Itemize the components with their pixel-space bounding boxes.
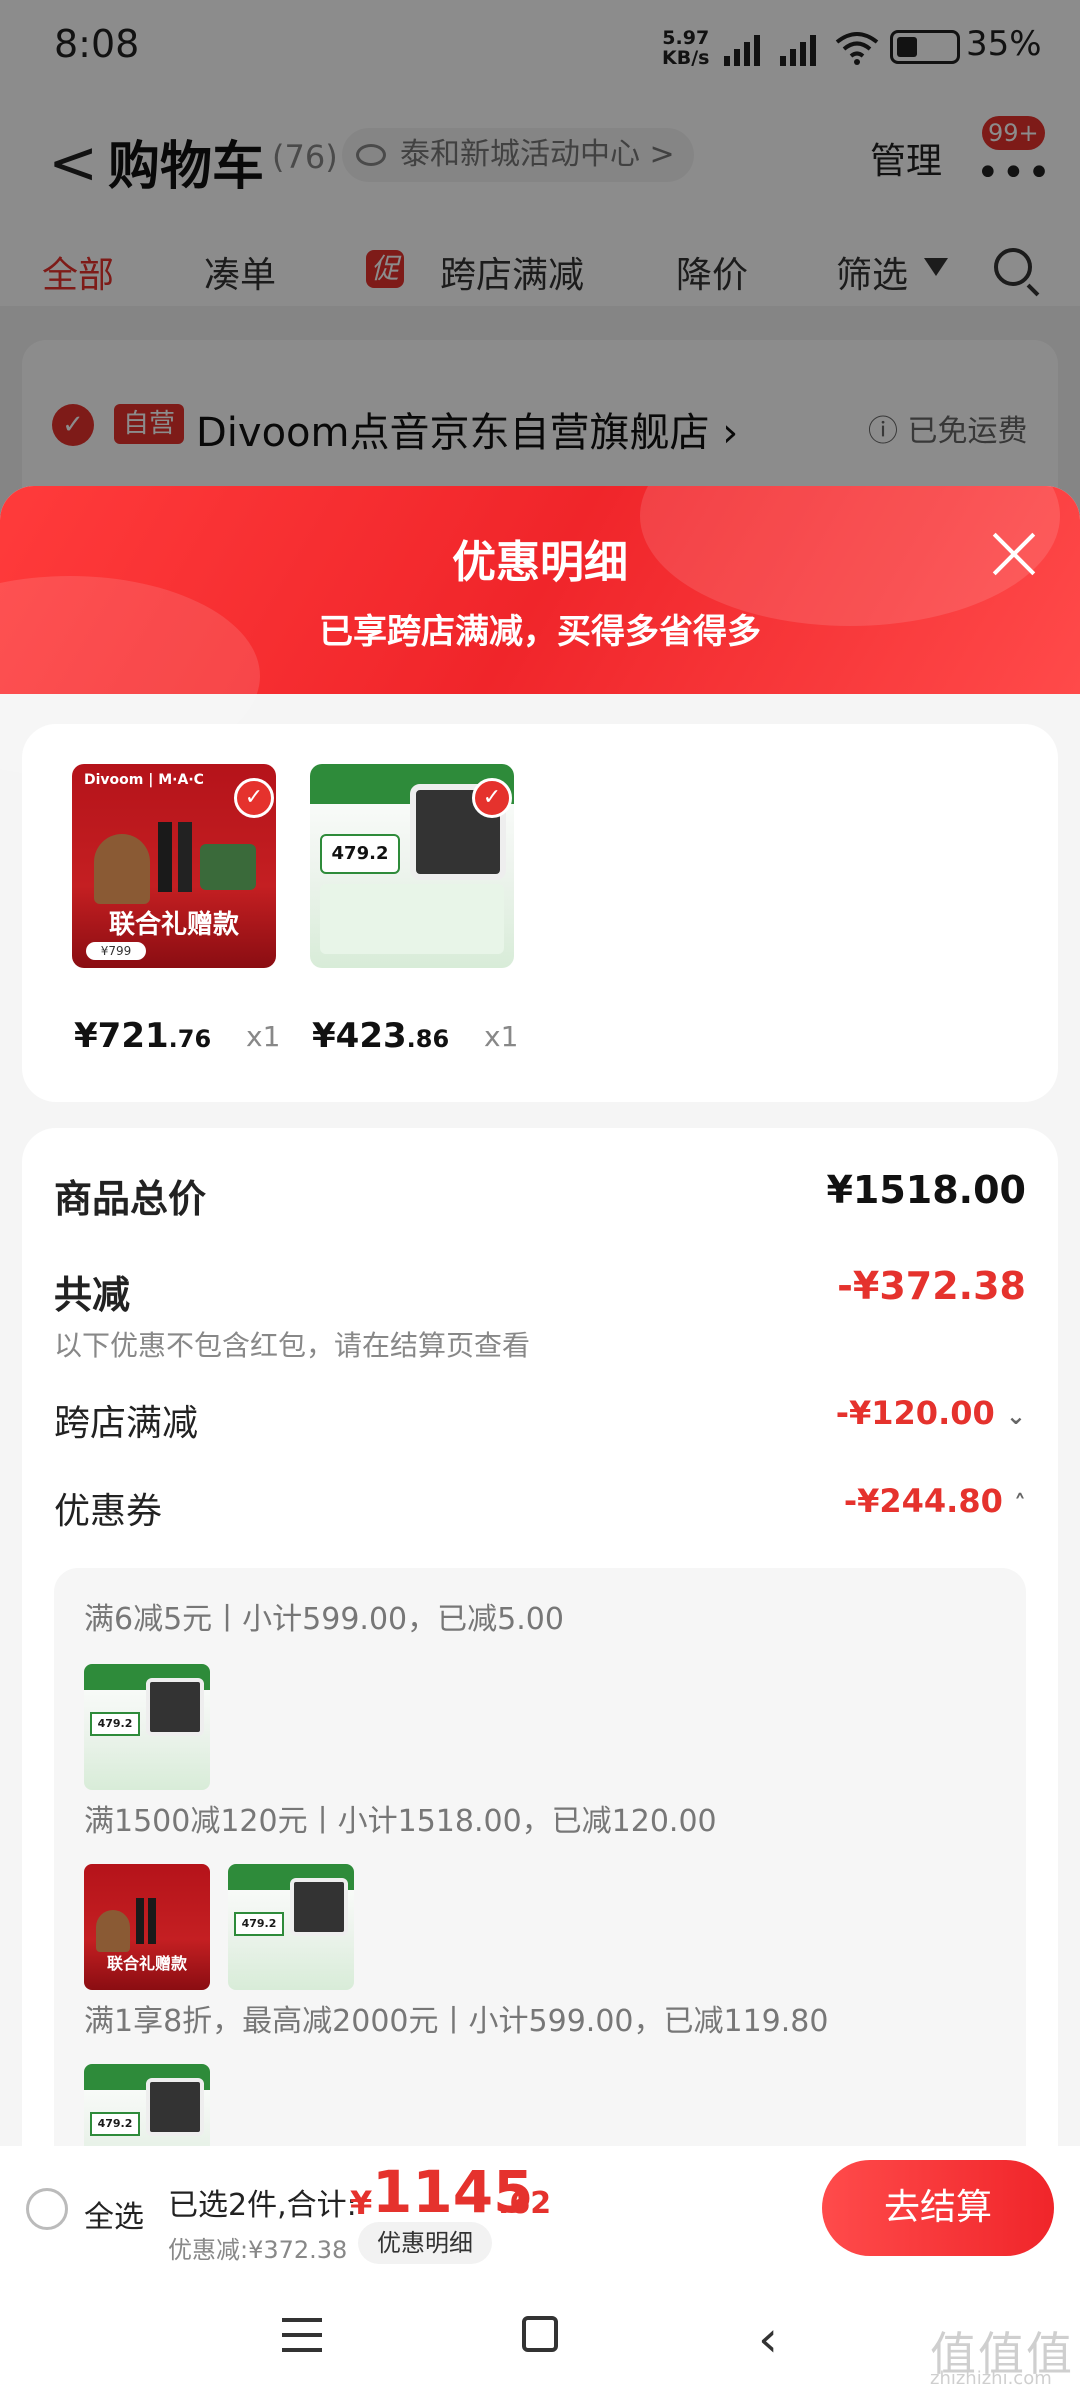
chevron-up-icon: ˄ bbox=[1014, 1490, 1026, 1518]
discount-summary: 优惠减:¥372.38 bbox=[168, 2236, 348, 2264]
coupon-label: 优惠券 bbox=[54, 1491, 163, 1532]
selected-summary: 已选2件,合计: bbox=[168, 2188, 357, 2223]
product-tag-price: ¥799 bbox=[86, 942, 146, 960]
product-price-1: ¥721.76 bbox=[74, 1016, 212, 1056]
checkout-button[interactable]: 去结算 bbox=[822, 2160, 1054, 2256]
coupon-thumb-1: 479.2 bbox=[84, 1664, 210, 1790]
discount-detail-button[interactable]: 优惠明细 bbox=[358, 2222, 492, 2264]
product-tag-price: 479.2 bbox=[320, 834, 400, 874]
cross-store-value: -¥120.00 bbox=[835, 1394, 995, 1432]
close-icon[interactable] bbox=[990, 530, 1038, 578]
sheet-title: 优惠明细 bbox=[452, 537, 628, 588]
reduce-note: 以下优惠不包含红包，请在结算页查看 bbox=[54, 1329, 531, 1362]
product-price-2: ¥423.86 bbox=[312, 1016, 450, 1056]
chevron-down-icon: ⌄ bbox=[1005, 1402, 1026, 1430]
total-amount-decimal: .62 bbox=[498, 2186, 552, 2221]
watermark-url: zhizhizhi.com bbox=[930, 2368, 1052, 2389]
menu-icon[interactable] bbox=[282, 2318, 322, 2352]
total-currency: ¥ bbox=[350, 2184, 373, 2222]
summary-card: 商品总价 ¥1518.00 共减 -¥372.38 以下优惠不包含红包，请在结算… bbox=[22, 1128, 1058, 2270]
product-check-icon-1[interactable]: ✓ bbox=[234, 778, 274, 818]
select-all-label[interactable]: 全选 bbox=[84, 2192, 144, 2236]
back-nav-icon[interactable]: ‹ bbox=[758, 2310, 778, 2368]
reduce-label: 共减 bbox=[54, 1273, 131, 1317]
coupon-rule-1: 满6减5元丨小计599.00，已减5.00 bbox=[84, 1602, 564, 1637]
sheet-subtitle: 已享跨店满减，买得多省得多 bbox=[319, 612, 761, 652]
speaker-graphic bbox=[200, 844, 256, 890]
coupon-row[interactable]: -¥244.80 ˄ bbox=[844, 1482, 1026, 1520]
select-all-radio[interactable] bbox=[26, 2188, 68, 2230]
coupon-thumb-3: 479.2 bbox=[228, 1864, 354, 1990]
product-banner-text: 联合礼赠款 bbox=[108, 910, 239, 940]
product-check-icon-2[interactable]: ✓ bbox=[472, 778, 512, 818]
product-qty-2: x1 bbox=[484, 1020, 519, 1053]
lipstick-graphic bbox=[178, 822, 192, 892]
coupon-thumb-2: 联合礼赠款 bbox=[84, 1864, 210, 1990]
lipstick-graphic bbox=[158, 822, 172, 892]
cross-store-label: 跨店满减 bbox=[54, 1403, 199, 1444]
coupon-value: -¥244.80 bbox=[843, 1482, 1003, 1520]
products-card: Divoom | M·A·C 联合礼赠款 ¥799 ✓ 479.2 ✓ ¥721… bbox=[22, 724, 1058, 1102]
reduce-value: -¥372.38 bbox=[837, 1264, 1026, 1308]
total-value: ¥1518.00 bbox=[826, 1168, 1026, 1212]
cross-store-row[interactable]: -¥120.00 ⌄ bbox=[836, 1394, 1026, 1432]
total-label: 商品总价 bbox=[54, 1177, 207, 1221]
coupon-rule-3: 满1享8折，最高减2000元丨小计599.00，已减119.80 bbox=[84, 2004, 829, 2039]
promo-list-graphic bbox=[320, 884, 504, 954]
home-icon[interactable] bbox=[522, 2316, 558, 2352]
coupon-rule-2: 满1500减120元丨小计1518.00，已减120.00 bbox=[84, 1804, 717, 1839]
sheet-header: 优惠明细 已享跨店满减，买得多省得多 bbox=[0, 486, 1080, 776]
product-qty-1: x1 bbox=[246, 1020, 281, 1053]
teddy-bear-graphic bbox=[94, 834, 150, 904]
discount-detail-sheet: 优惠明细 已享跨店满减，买得多省得多 Divoom | M·A·C 联合礼赠款 … bbox=[0, 486, 1080, 2270]
